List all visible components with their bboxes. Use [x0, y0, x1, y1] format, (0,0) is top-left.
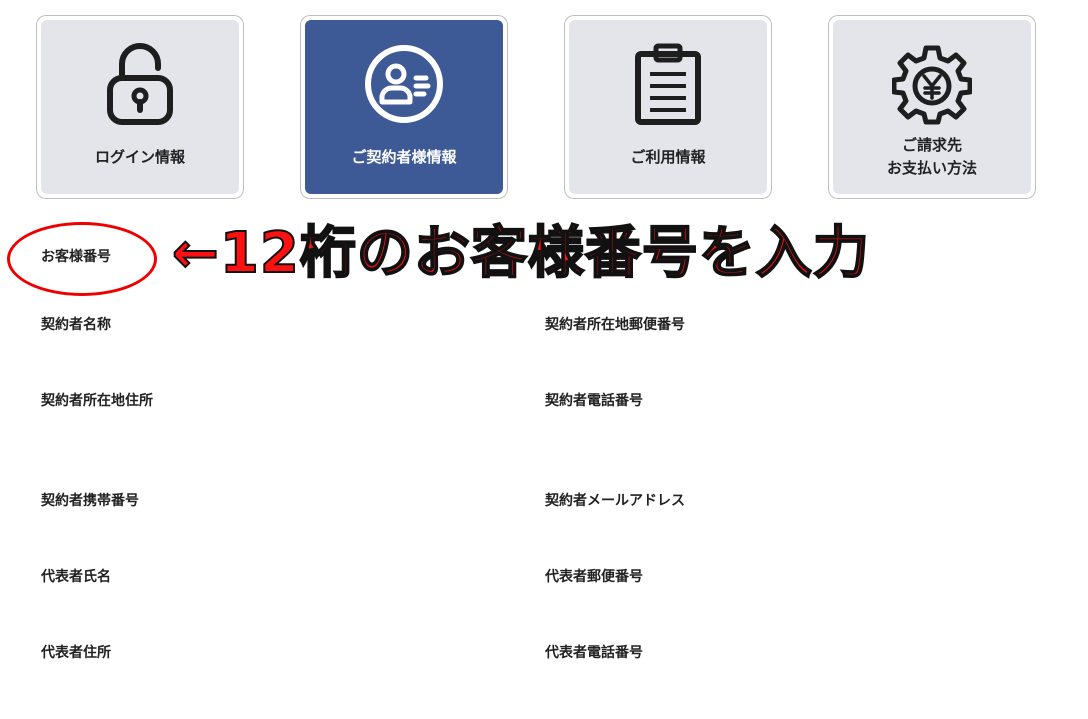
contractor-phone-label: 契約者電話番号: [545, 393, 643, 409]
annotation-text: ←12桁のお客様番号を入力: [171, 220, 870, 287]
representative-name-label: 代表者氏名: [41, 569, 111, 585]
tab-usage-info[interactable]: ご利用情報: [564, 15, 772, 199]
representative-address-label: 代表者住所: [41, 645, 111, 661]
tab-login-info-label: ログイン情報: [41, 146, 239, 169]
tab-usage-info-label: ご利用情報: [569, 146, 767, 169]
contractor-name-label: 契約者名称: [41, 317, 111, 333]
tab-login-info[interactable]: ログイン情報: [36, 15, 244, 199]
tab-billing-info-inner: ご請求先 お支払い方法: [833, 20, 1031, 194]
tab-label-line: ご利用情報: [630, 148, 706, 166]
tab-label-line: ご請求先: [901, 136, 962, 154]
tab-billing-info[interactable]: ご請求先 お支払い方法: [828, 15, 1036, 199]
representative-postal-code-label: 代表者郵便番号: [545, 569, 643, 585]
contractor-mobile-label: 契約者携帯番号: [41, 493, 139, 509]
user-card-icon: [364, 42, 444, 126]
tab-billing-info-label: ご請求先 お支払い方法: [833, 134, 1031, 180]
tab-contractor-info-label: ご契約者様情報: [305, 146, 503, 169]
tab-login-info-inner: ログイン情報: [41, 20, 239, 194]
yen-gear-icon: [891, 42, 973, 126]
tab-label-line: ご契約者様情報: [351, 148, 457, 166]
tab-label-line: ログイン情報: [94, 148, 185, 166]
tab-contractor-info[interactable]: ご契約者様情報: [300, 15, 508, 199]
clipboard-icon: [628, 42, 708, 126]
contractor-postal-code-label: 契約者所在地郵便番号: [545, 317, 685, 333]
tab-usage-info-inner: ご利用情報: [569, 20, 767, 194]
contractor-email-label: 契約者メールアドレス: [545, 493, 685, 509]
representative-phone-label: 代表者電話番号: [545, 645, 643, 661]
contractor-address-label: 契約者所在地住所: [41, 393, 153, 409]
tab-label-line: お支払い方法: [886, 159, 977, 177]
padlock-icon: [100, 42, 180, 126]
annotation-circle: [7, 222, 157, 296]
tab-contractor-info-inner: ご契約者様情報: [305, 20, 503, 194]
